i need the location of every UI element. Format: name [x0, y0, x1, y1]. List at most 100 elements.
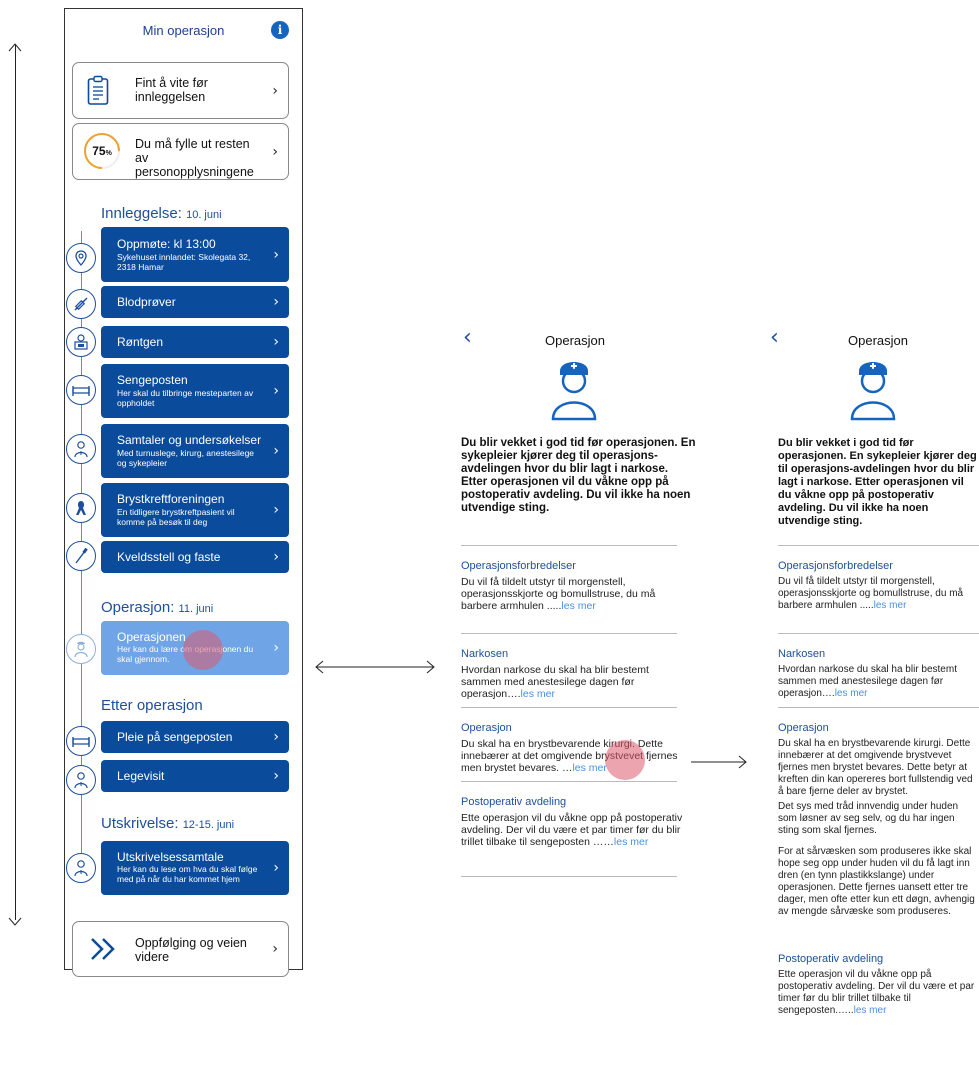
chevron-right-icon: › [273, 294, 279, 310]
screen-operation-expanded: ‹ Operasjon Du blir vekket i god tid før… [762, 315, 979, 1077]
xray-person-icon [66, 327, 96, 357]
timeline-item-ward-care[interactable]: Pleie på sengeposten › [101, 721, 289, 753]
screen-operation-collapsed: ‹ Operasjon Du blir vekket i god tid før… [455, 315, 696, 848]
section-heading-after-operation: Etter operasjon [101, 697, 203, 714]
section-text: Du vil få tildelt utstyr til morgenstell… [778, 576, 964, 611]
chevron-right-icon: › [272, 941, 278, 957]
read-more-link[interactable]: les mer [521, 688, 555, 700]
section-text: Hvordan narkose du skal ha blir bestemt … [778, 664, 957, 699]
card-follow-up[interactable]: Oppfølging og veien videre › [72, 921, 289, 977]
section-heading-discharge: Utskrivelse: 12-15. juni [101, 815, 235, 832]
chevron-right-icon: › [273, 246, 279, 263]
read-more-link[interactable]: les mer [572, 762, 606, 774]
intro-text: Du blir vekket i god tid før operasjonen… [778, 437, 977, 527]
chevron-left-icon[interactable]: ‹ [770, 325, 779, 350]
section-heading-admission: Innleggelse: 10. juni [101, 205, 222, 222]
surgeon-icon [551, 362, 597, 421]
double-arrow-icon [315, 660, 435, 674]
intro-text: Du blir vekket i god tid før operasjonen… [461, 437, 696, 514]
item-title: Kveldsstell og faste [117, 550, 221, 564]
chevron-right-icon: › [273, 383, 279, 399]
doctor-icon [66, 434, 96, 464]
timeline-item-arrival[interactable]: Oppmøte: kl 13:00 Sykehuset innlandet: S… [101, 227, 289, 282]
read-more-link[interactable]: les mer [874, 600, 907, 611]
item-subtitle: Sykehuset innlandet: Skolegata 32, 2318 … [117, 252, 251, 272]
section-text: Det sys med tråd innvendig under huden s… [778, 801, 959, 836]
read-more-link[interactable]: les mer [854, 1005, 887, 1016]
touch-indicator [605, 740, 645, 780]
item-subtitle: Her kan du lese om hva du skal følge med… [117, 864, 258, 884]
doctor-icon [66, 765, 96, 795]
info-icon[interactable]: i [271, 21, 289, 39]
section-text: For at sårvæsken som produseres ikke ska… [778, 846, 975, 917]
timeline-item-ward[interactable]: Sengeposten Her skal du tilbringe mestep… [101, 364, 289, 418]
chevron-right-icon: › [273, 860, 279, 876]
divider [778, 545, 979, 546]
syringe-icon [66, 289, 96, 319]
item-title: Utskrivelsessamtale [117, 850, 224, 864]
section-title: Operasjon [461, 722, 512, 734]
chevron-left-icon[interactable]: ‹ [463, 325, 472, 350]
divider [461, 707, 677, 708]
divider [461, 633, 677, 634]
arrow-right-icon [691, 755, 747, 769]
item-title: Brystkreftforeningen [117, 492, 225, 506]
surgeon-icon [66, 634, 96, 664]
timeline-item-evening-care[interactable]: Kveldsstell og faste › [101, 541, 289, 573]
card-before-admission[interactable]: Fint å vite før innleggelsen › [72, 62, 289, 119]
section-text: Ette operasjon vil du våkne opp på posto… [461, 812, 683, 848]
divider [778, 633, 979, 634]
card-label: Fint å vite før innleggelsen [135, 76, 208, 104]
timeline-item-blood-tests[interactable]: Blodprøver › [101, 286, 289, 318]
progress-value: 75% [92, 144, 112, 158]
item-title: Samtaler og undersøkelser [117, 433, 262, 447]
chevron-right-icon: › [273, 443, 279, 459]
card-personal-info[interactable]: 75% Du må fylle ut resten av personopply… [72, 123, 289, 180]
chevron-right-icon: › [272, 82, 278, 99]
divider [461, 545, 677, 546]
read-more-link[interactable]: les mer [614, 836, 648, 848]
section-text: Du skal ha en brystbevarende kirurgi. De… [778, 738, 973, 797]
read-more-link[interactable]: les mer [835, 688, 868, 699]
read-more-link[interactable]: les mer [561, 600, 595, 612]
chevron-right-icon: › [273, 549, 279, 565]
section-title: Operasjon [778, 722, 829, 734]
item-subtitle: Med turnuslege, kirurg, anestesilege og … [117, 448, 255, 468]
toothbrush-icon [66, 541, 96, 571]
page-title: Min operasjon [142, 23, 225, 38]
divider [778, 707, 979, 708]
item-subtitle: Her skal du tilbringe mesteparten av opp… [117, 388, 254, 408]
bed-icon [66, 726, 96, 756]
timeline-item-doctor-visit[interactable]: Legevisit › [101, 760, 289, 792]
touch-indicator [183, 630, 223, 670]
double-chevron-right-icon [91, 938, 115, 960]
section-text: Hvordan narkose du skal ha blir bestemt … [461, 664, 649, 700]
chevron-right-icon: › [273, 502, 279, 518]
section-title: Operasjonsforbredelser [778, 560, 893, 572]
timeline-item-consultations[interactable]: Samtaler og undersøkelser Med turnuslege… [101, 424, 289, 478]
section-title: Narkosen [461, 648, 509, 660]
section-text: Du vil få tildelt utstyr til morgenstell… [461, 576, 656, 612]
location-pin-icon [66, 243, 96, 273]
surgeon-icon [850, 362, 896, 421]
scroll-line [15, 45, 16, 920]
bed-icon [66, 375, 96, 405]
item-title: Pleie på sengeposten [117, 730, 233, 744]
divider [461, 876, 677, 877]
chevron-right-icon: › [273, 640, 279, 656]
item-subtitle: En tidligere brystkreftpasient vil komme… [117, 507, 235, 527]
page-title: Operasjon [545, 333, 605, 348]
section-title: Narkosen [778, 648, 826, 660]
item-title: Sengeposten [117, 373, 188, 387]
chevron-right-icon: › [272, 143, 278, 160]
section-text: Du skal ha en brystbevarende kirurgi. De… [461, 738, 678, 774]
arrow-down-icon [8, 917, 22, 926]
section-heading-operation: Operasjon: 11. juni [101, 599, 214, 616]
timeline-item-discharge-talk[interactable]: Utskrivelsessamtale Her kan du lese om h… [101, 841, 289, 895]
chevron-right-icon: › [273, 334, 279, 350]
timeline-item-xray[interactable]: Røntgen › [101, 326, 289, 358]
arrow-up-icon [8, 43, 22, 52]
item-title: Oppmøte: kl 13:00 [117, 237, 216, 251]
timeline-item-breast-cancer-association[interactable]: Brystkreftforeningen En tidligere brystk… [101, 483, 289, 537]
doctor-icon [66, 853, 96, 883]
